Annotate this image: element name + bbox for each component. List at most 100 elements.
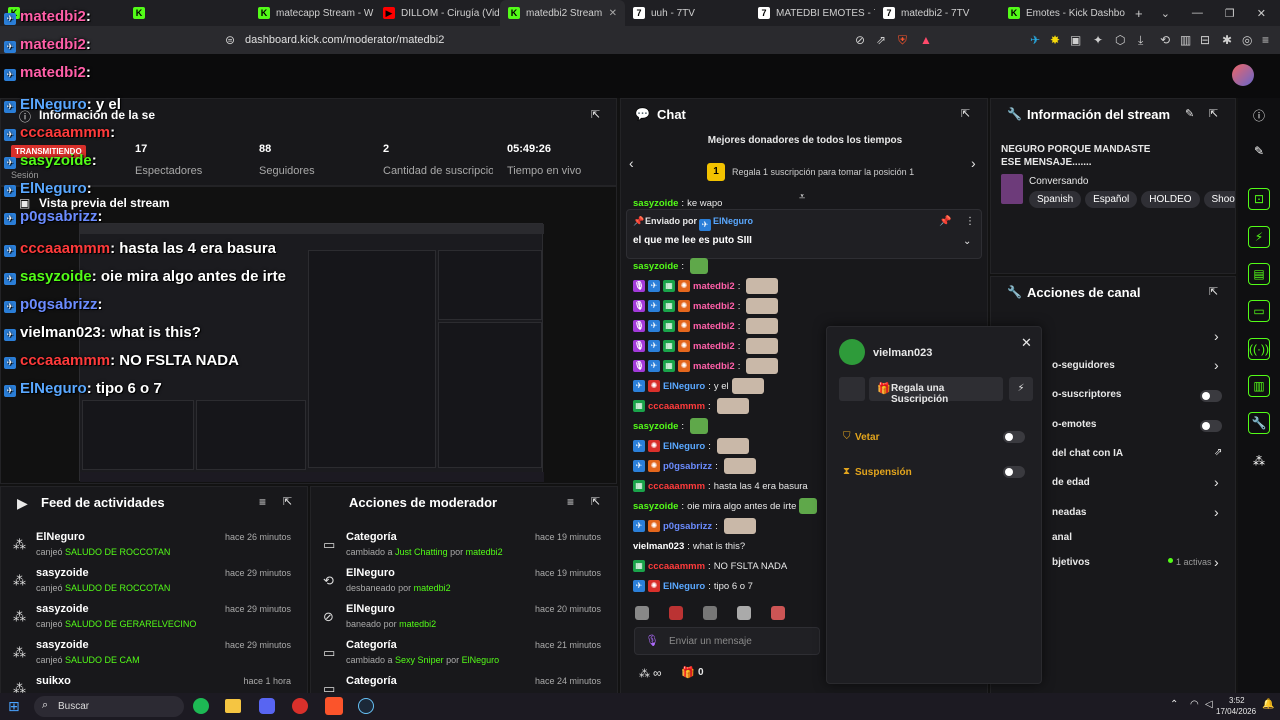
chevron-left-icon[interactable]: ‹ [629,155,634,171]
extension-icon[interactable]: ▣ [1070,33,1081,47]
puzzle-icon[interactable]: ✦ [1093,33,1103,47]
chat-username[interactable]: ElNeguro [663,441,705,452]
channel-action-item[interactable]: o-seguidores › [1042,356,1234,378]
windows-start-icon[interactable]: ⊞ [8,698,20,715]
chevron-down-icon[interactable]: ⌄ [1161,7,1170,20]
chat-message[interactable]: sasyzoide: [633,256,709,276]
chat-message[interactable]: 🎙 ✈ ▦ ✺ matedbi2: [633,336,779,356]
discord-icon[interactable] [259,698,275,714]
spotify-icon[interactable] [193,698,209,714]
timeout-toggle[interactable] [1003,466,1025,478]
browser-tab[interactable]: K Emotes - Kick Dashboard [1000,0,1125,26]
channel-action-item[interactable]: neadas › [1042,503,1234,525]
popout-icon[interactable]: ⇱ [1209,107,1218,120]
browser-tab[interactable]: 7 matedbi2 - 7TV [875,0,1000,26]
chevron-up-icon[interactable]: ⌃ [1170,699,1178,710]
notification-icon[interactable]: 🔔 [1262,699,1274,710]
follow-button[interactable] [839,377,865,401]
ban-option[interactable]: ⛉ Vetar [837,425,1033,449]
chat-username[interactable]: sasyzoide [633,501,678,512]
chat-username[interactable]: cccaaammm [648,401,705,412]
app-icon[interactable] [292,698,308,714]
list-item[interactable]: ⟲ ElNeguro desbaneado por matedbi2 hace 19 … [311,565,611,601]
browser-tab[interactable]: Kmatecapp Stream - W [250,0,375,26]
filter-icon[interactable]: ≡ [567,495,574,509]
chat-message[interactable]: 🎙 ✈ ▦ ✺ matedbi2: [633,316,779,336]
clip-icon[interactable]: ⊡ [1248,188,1270,210]
gift-prompt[interactable]: Regala 1 suscripción para tomar la posic… [732,167,914,177]
chat-username[interactable]: ElNeguro [663,381,705,392]
emote[interactable] [669,606,683,620]
chat-username[interactable]: matedbi2 [693,301,735,312]
list-item[interactable]: ⁂ ElNeguro canjeó SALUDO DE ROCCOTAN hace 2… [1,529,301,565]
channel-action-item[interactable]: del chat con IA ⇗ [1042,444,1234,466]
gift-sub-button[interactable]: 🎁 Regala una Suscripción [869,377,1003,405]
chat-message[interactable]: ▦ cccaaammm: [633,396,749,416]
volume-icon[interactable]: ◁ [1205,699,1213,710]
gift-icon[interactable]: 🎁 [681,666,695,679]
emote[interactable] [746,358,779,374]
brave-icon[interactable] [325,697,343,715]
emote[interactable] [635,606,649,620]
list-item[interactable]: ⁂ suikxo hace 1 hora [1,673,301,693]
chat-icon[interactable]: ▭ [1248,300,1270,322]
share-icon[interactable]: ⇗ [876,33,886,47]
chat-message[interactable]: 🎙 ✈ ▦ ✺ matedbi2: [633,296,779,316]
brave-shield-icon[interactable]: ⛨ [898,33,907,48]
minimize-icon[interactable]: — [1192,7,1203,20]
unpin-icon[interactable]: 📌 [939,216,951,227]
document-icon[interactable]: ▤ [1248,263,1270,285]
chat-username[interactable]: sasyzoide [633,261,678,272]
server-icon[interactable]: ▥ [1248,375,1270,397]
maximize-icon[interactable]: ❐ [1225,7,1235,20]
tag[interactable]: Shooter [1203,191,1235,208]
chat-message[interactable]: ✈ ✺ ElNeguro: y el [633,376,764,396]
emote[interactable] [690,258,709,274]
tag[interactable]: HOLDEO [1141,191,1200,208]
chat-username[interactable]: p0gsabrizz [663,521,712,532]
chat-message[interactable]: sasyzoide: oie mira algo antes de irte [633,496,818,516]
channel-action-item[interactable]: › [1042,327,1234,349]
chat-username[interactable]: matedbi2 [693,361,735,372]
browser-tab[interactable]: 7 uuh - 7TV [625,0,750,26]
wifi-icon[interactable]: ◠ [1190,699,1199,710]
emote[interactable] [723,458,756,474]
chat-message[interactable]: sasyzoide: [633,416,709,436]
chat-message[interactable]: ▦ cccaaammm: NO FSLTA NADA [633,556,787,576]
chevron-down-icon[interactable]: ⌄ [963,236,971,247]
list-item[interactable]: ⁂ sasyzoide canjeó SALUDO DE GERARELVECINO… [1,601,301,637]
list-item[interactable]: ▭ Categoría cambiado a Sexy Sniper por ElN… [311,637,611,673]
mod-icon[interactable]: ⚡ [1009,377,1033,401]
edit-icon[interactable]: ✎ [1185,107,1194,120]
browser-tab[interactable]: Kmatedbi2 Stream ✕ [500,0,625,26]
emote[interactable] [716,438,749,454]
points-icon[interactable]: ⁂ [639,667,650,680]
channel-action-item[interactable]: o-suscriptores [1042,385,1234,407]
popout-icon[interactable]: ⇱ [1209,285,1218,298]
chat-username[interactable]: vielman023 [633,541,684,552]
chat-username[interactable]: cccaaammm [648,561,705,572]
chat-username[interactable]: matedbi2 [693,341,735,352]
chat-username[interactable]: ElNeguro [663,581,705,592]
popout-icon[interactable]: ⇱ [591,108,600,121]
list-item[interactable]: ⁂ sasyzoide canjeó SALUDO DE CAM hace 29 mi… [1,637,301,673]
tag[interactable]: Spanish [1029,191,1082,208]
chat-message[interactable]: ✈ ✺ p0gsabrizz: [633,516,756,536]
eye-off-icon[interactable]: ⊘ [855,33,865,47]
popout-icon[interactable]: ⇱ [961,107,970,120]
avatar[interactable] [1232,64,1254,86]
extension-icon[interactable]: ✸ [1050,33,1060,47]
vpn-icon[interactable]: ◎ [1242,33,1252,47]
emote[interactable] [703,606,717,620]
new-tab-icon[interactable]: + [1125,6,1153,21]
chevron-right-icon[interactable]: › [971,155,976,171]
bolt-icon[interactable]: ⚡ [1248,226,1270,248]
emote[interactable] [716,398,749,414]
chat-input[interactable]: 🎙 Enviar un mensaje [634,627,820,655]
clock-date[interactable]: 17/04/2026 [1216,707,1256,716]
clock-time[interactable]: 3:52 [1229,696,1245,705]
list-item[interactable]: ▭ Categoría hace 24 minutos [311,673,611,693]
taskbar-search[interactable]: ⌕ Buscar [34,696,184,717]
emote[interactable] [799,498,818,514]
emote[interactable] [723,518,756,534]
